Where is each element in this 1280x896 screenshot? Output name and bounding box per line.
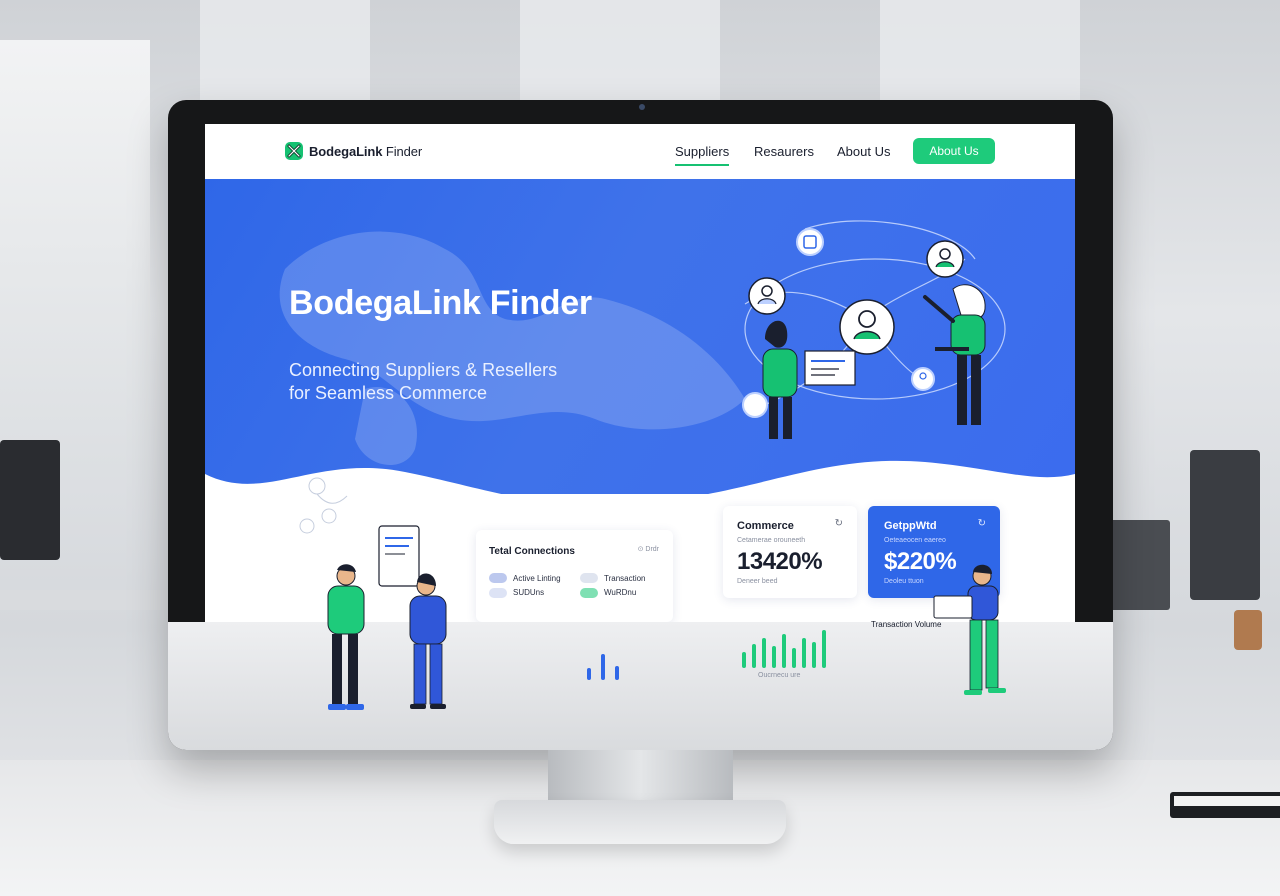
stats-section: Tetal Connections ⊙ Drdr Active Linting …: [205, 477, 1075, 622]
user-node-icon: [926, 240, 964, 278]
logo-icon: [285, 142, 303, 160]
user-node-icon: [748, 277, 786, 315]
nav-suppliers[interactable]: Suppliers: [675, 144, 730, 166]
growth-value: $220%: [884, 548, 957, 575]
navbar: BodegaLink Finder Suppliers Resaurers Ab…: [205, 124, 1075, 179]
growth-label: GetppWtd: [884, 520, 937, 532]
brand-name: BodegaLink Finder: [309, 143, 423, 159]
network-illustration: [742, 220, 1006, 439]
nav-resaurers[interactable]: Resaurers: [754, 144, 814, 159]
user-node-icon: [839, 299, 895, 355]
hero-subtitle: Connecting Suppliers & Resellers for Sea…: [289, 359, 609, 405]
hero-title: BodegaLink Finder: [289, 284, 592, 322]
legend-swatch: [489, 573, 507, 583]
monitor-stand-neck: [548, 748, 733, 808]
node-icon: [796, 228, 824, 256]
growth-card[interactable]: GetppWtd ↻ Oeteaeocen eaereo $220% Deole…: [868, 506, 1000, 598]
website-screen: BodegaLink Finder Suppliers Resaurers Ab…: [205, 124, 1075, 622]
monitor-stand-base: [494, 800, 786, 844]
hero-subtitle-line: Connecting Suppliers & Resellers: [289, 360, 558, 380]
webcam: [639, 104, 645, 110]
legend-label: Transaction: [604, 574, 646, 583]
background-window: [0, 40, 150, 470]
notebook: [1170, 792, 1280, 818]
commerce-card[interactable]: Commerce ↻ Cetamerae orouneeth 13420% De…: [723, 506, 857, 598]
background-monitor: [1190, 450, 1260, 600]
node-icon: [742, 392, 768, 418]
legend-label: SUDUns: [513, 588, 545, 597]
commerce-value: 13420%: [737, 548, 823, 575]
hero-subtitle-line: for Seamless Commerce: [289, 383, 488, 403]
growth-caption: Deoleu ttuon: [884, 578, 924, 585]
person-illustration: [762, 320, 856, 439]
refresh-icon[interactable]: ↻: [978, 518, 986, 529]
background-monitor: [0, 440, 60, 560]
legend-label: WuRDnu: [604, 588, 637, 597]
commerce-sub: Cetamerae orouneeth: [737, 537, 806, 544]
connections-title: Tetal Connections: [489, 546, 575, 557]
brand[interactable]: BodegaLink Finder: [285, 142, 422, 160]
connections-card[interactable]: Tetal Connections ⊙ Drdr Active Linting …: [476, 530, 673, 622]
legend-swatch: [580, 573, 598, 583]
growth-sub: Oeteaeocen eaereo: [884, 537, 946, 544]
about-us-button[interactable]: About Us: [913, 138, 995, 164]
connections-corner: ⊙ Drdr: [637, 546, 659, 553]
plant-pot: [1234, 610, 1262, 650]
commerce-label: Commerce: [737, 520, 794, 532]
user-node-icon: [911, 367, 935, 391]
refresh-icon[interactable]: ↻: [835, 518, 843, 529]
team-illustration: [299, 477, 420, 587]
person-illustration: [923, 284, 986, 425]
nav-about-us[interactable]: About Us: [837, 144, 890, 159]
legend-swatch: [580, 588, 598, 598]
commerce-caption: Deneer beed: [737, 578, 778, 585]
legend-swatch: [489, 588, 507, 598]
legend-label: Active Linting: [513, 574, 561, 583]
monitor-chin: [168, 622, 1113, 750]
